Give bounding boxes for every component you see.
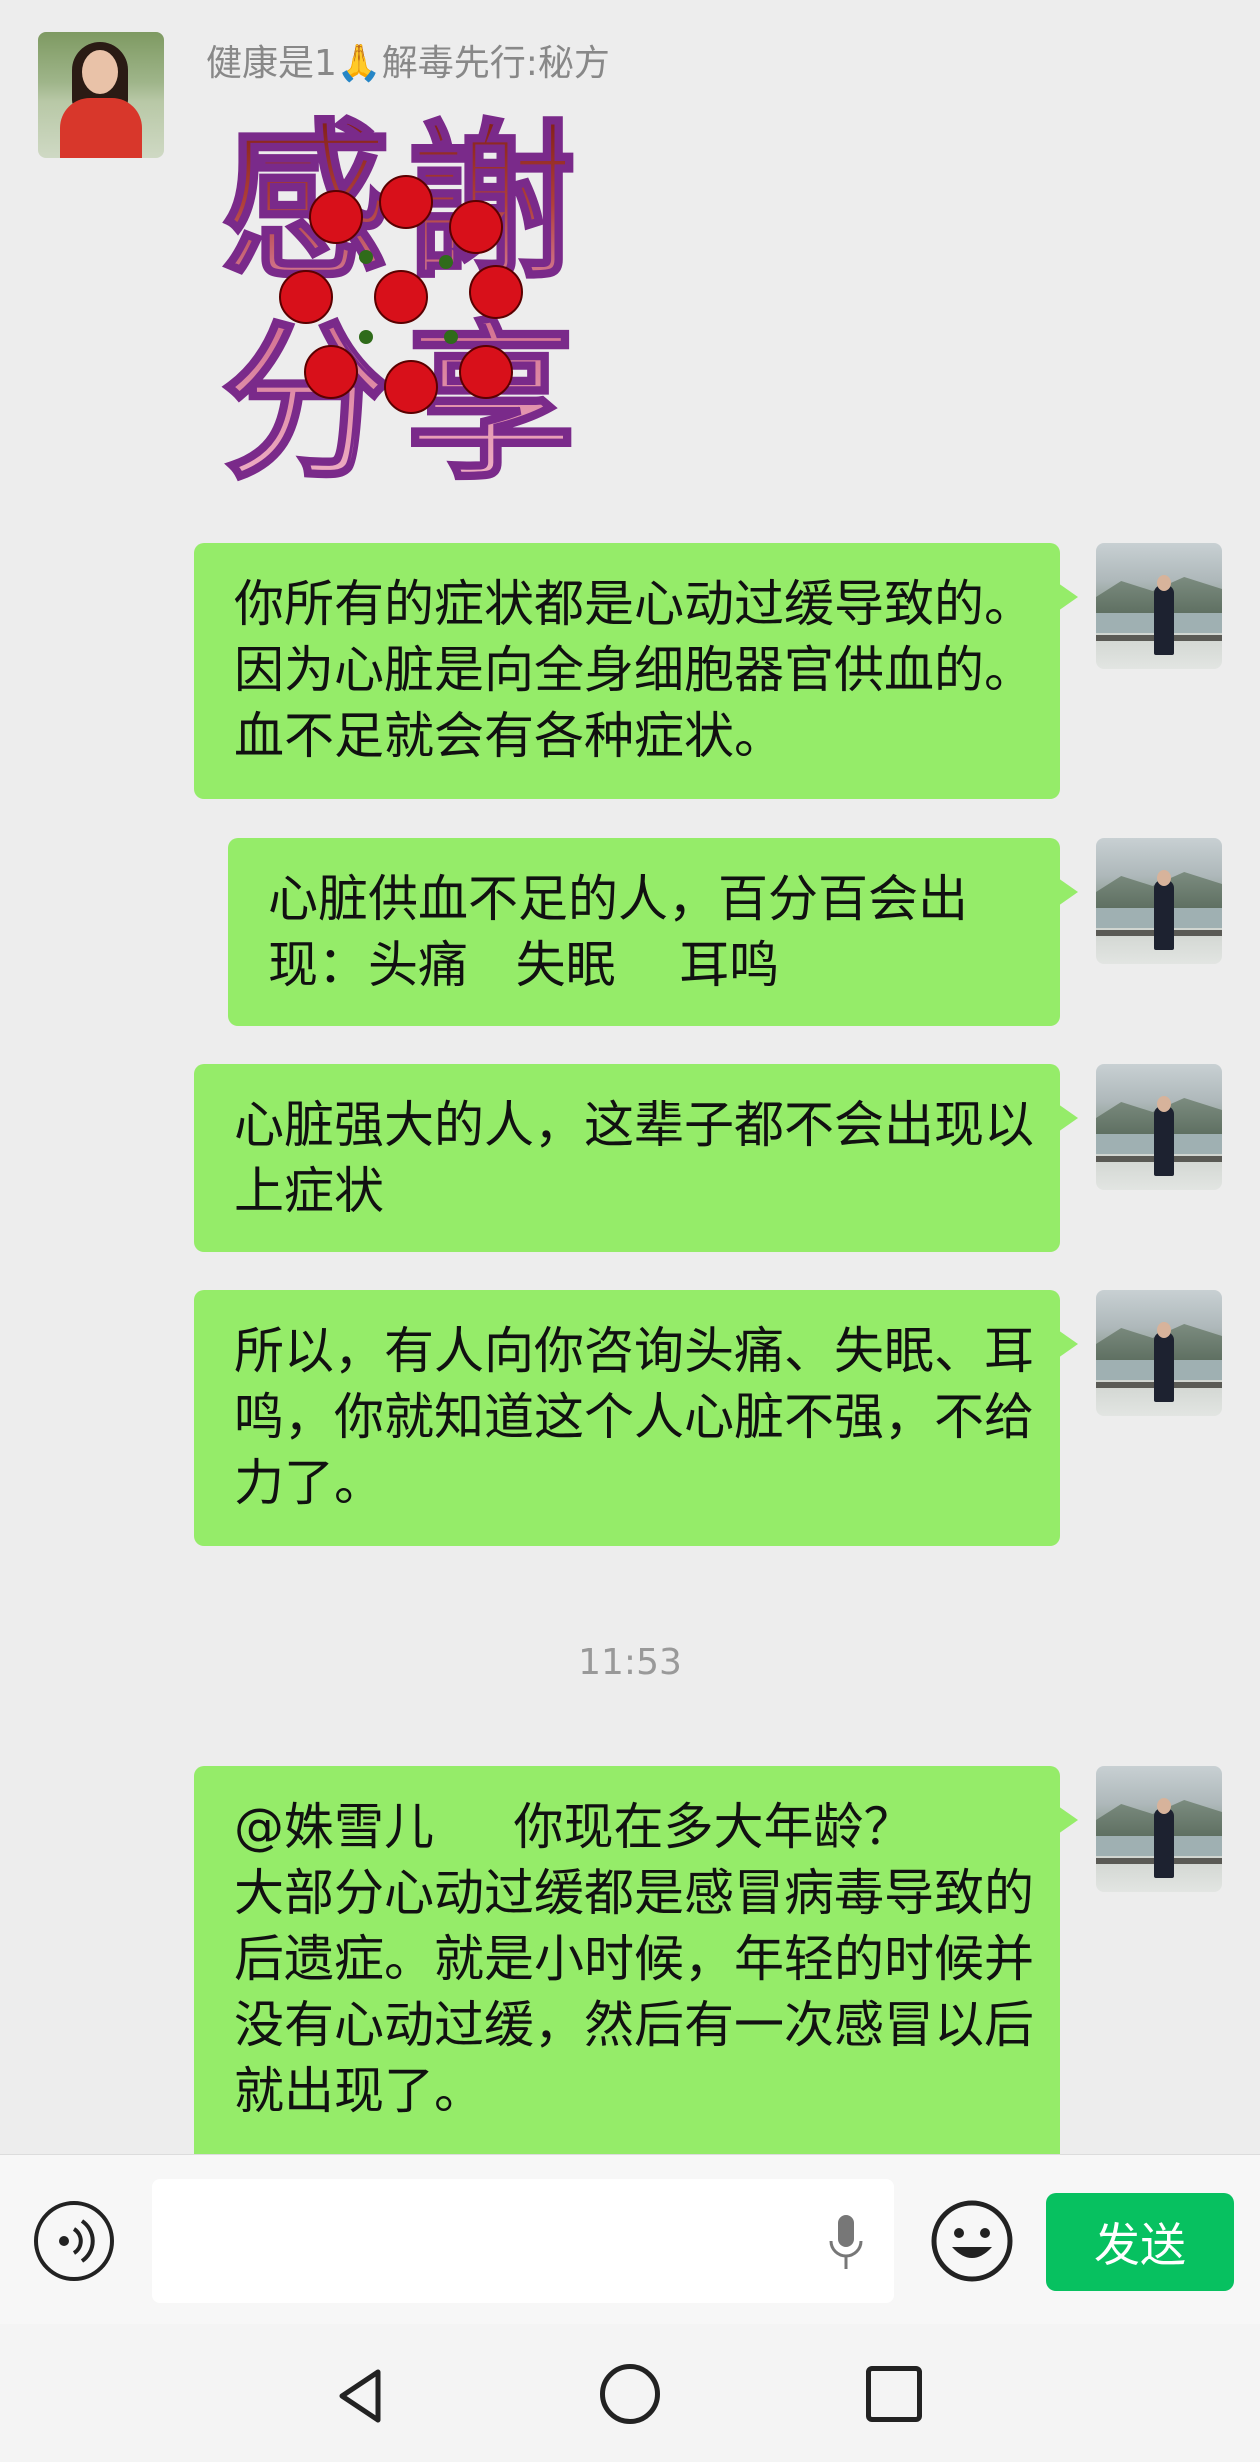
sender-name: 健康是1🙏解毒先行:秘方 [206, 43, 610, 84]
microphone-icon[interactable] [826, 2213, 866, 2273]
my-avatar[interactable] [1096, 543, 1222, 669]
voice-icon[interactable] [34, 2201, 114, 2281]
home-icon[interactable] [600, 2364, 660, 2424]
my-avatar[interactable] [1096, 838, 1222, 964]
message-bubble[interactable]: 心脏供血不足的人，百分百会出现：头痛 失眠 耳鸣 [228, 838, 1078, 1026]
message-input[interactable] [152, 2179, 894, 2303]
message-bubble[interactable]: 心脏强大的人，这辈子都不会出现以上症状 [194, 1064, 1078, 1252]
my-avatar[interactable] [1096, 1064, 1222, 1190]
send-button[interactable]: 发送 [1046, 2193, 1234, 2291]
my-avatar[interactable] [1096, 1766, 1222, 1892]
thanks-sticker[interactable]: 感 謝 分 享 [206, 92, 606, 505]
input-bar: 发送 [0, 2154, 1260, 2325]
my-avatar[interactable] [1096, 1290, 1222, 1416]
message-bubble[interactable]: 你所有的症状都是心动过缓导致的。 因为心脏是向全身细胞器官供血的。 血不足就会有… [194, 543, 1078, 799]
sender-avatar[interactable] [38, 32, 164, 158]
message-timestamp: 11:53 [578, 1642, 682, 1683]
emoji-icon[interactable] [928, 2197, 1016, 2285]
recent-apps-icon[interactable] [866, 2366, 922, 2422]
message-bubble[interactable]: @姝雪儿 你现在多大年龄？ 大部分心动过缓都是感冒病毒导致的后遗症。就是小时候，… [194, 1766, 1078, 2186]
message-bubble[interactable]: 所以，有人向你咨询头痛、失眠、耳鸣，你就知道这个人心脏不强，不给力了。 [194, 1290, 1078, 1546]
navigation-bar [0, 2324, 1260, 2462]
back-icon[interactable] [330, 2364, 394, 2428]
